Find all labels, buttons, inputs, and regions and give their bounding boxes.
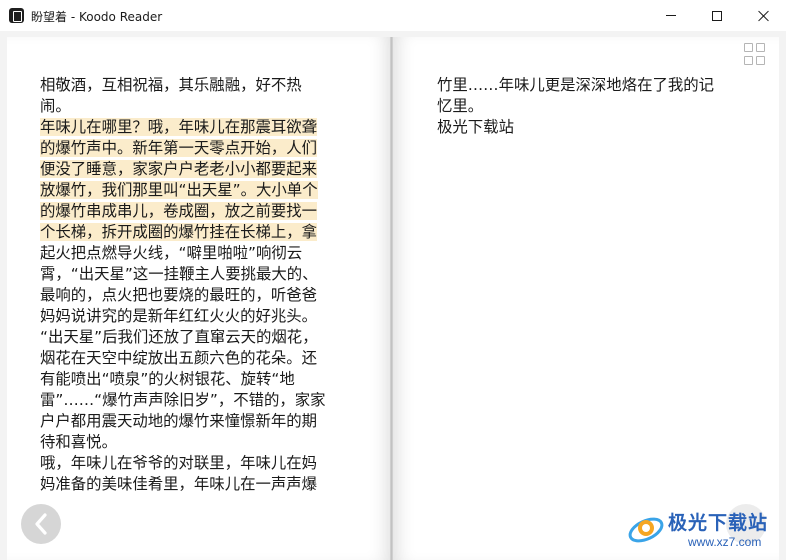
text-run: 妈准备的美味佳肴里，年味儿在一声声爆 — [40, 475, 318, 493]
text-line: 待和喜悦。 — [40, 432, 358, 453]
left-page[interactable]: 相敬酒，互相祝福，其乐融融，好不热 闹。年味儿在哪里？哦，年味儿在那震耳欲聋 的爆竹… — [7, 37, 391, 560]
text-run: 忆里。 — [437, 97, 484, 115]
text-run: 妈妈说讲究的是新年红红火火的好兆头。 — [40, 307, 318, 325]
text-line: 放爆竹，我们那里叫“出天星”。大小单个 — [40, 180, 358, 201]
grid-cell — [744, 43, 753, 52]
maximize-icon — [712, 10, 722, 21]
highlighted-text: 的爆竹声中。新年第一天零点开始，人们 — [40, 139, 318, 157]
text-line: 相敬酒，互相祝福，其乐融融，好不热 — [40, 75, 358, 96]
text-run: 雷”……“爆竹声声除旧岁”，不错的，家家 — [40, 391, 326, 409]
highlighted-text: 个长梯，拆开成圈的爆竹挂在长梯上，拿 — [40, 223, 318, 241]
text-line: 雷”……“爆竹声声除旧岁”，不错的，家家 — [40, 390, 358, 411]
text-line: 闹。 — [40, 96, 358, 117]
text-line: 年味儿在哪里？哦，年味儿在那震耳欲聋 — [40, 117, 358, 138]
text-run: “出天星”后我们还放了直窜云天的烟花， — [40, 328, 318, 346]
grid-view-icon[interactable] — [744, 43, 766, 65]
reader-area: 相敬酒，互相祝福，其乐融融，好不热 闹。年味儿在哪里？哦，年味儿在那震耳欲聋 的爆竹… — [0, 31, 786, 560]
text-run: 户户都用震天动地的爆竹来憧憬新年的期 — [40, 412, 318, 430]
watermark-logo-icon — [628, 517, 664, 543]
text-line: 烟花在天空中绽放出五颜六色的花朵。还 — [40, 348, 358, 369]
text-line: 的爆竹串成串儿，卷成圈，放之前要找一 — [40, 201, 358, 222]
highlighted-text: 便没了睡意，家家户户老老小小都要起来 — [40, 160, 318, 178]
maximize-button[interactable] — [694, 0, 740, 31]
title-bar: 盼望着 - Koodo Reader — [0, 0, 786, 31]
text-line: 有能喷出“喷泉”的火树银花、旋转“地 — [40, 369, 358, 390]
text-run: 哦，年味儿在爷爷的对联里，年味儿在妈 — [40, 454, 318, 472]
watermark-url: www.xz7.com — [688, 535, 762, 549]
text-run: 闹。 — [40, 97, 71, 115]
text-line: 户户都用震天动地的爆竹来憧憬新年的期 — [40, 411, 358, 432]
text-line: 起火把点燃导火线，“噼里啪啦”响彻云 — [40, 243, 358, 264]
text-line: 妈准备的美味佳肴里，年味儿在一声声爆 — [40, 474, 358, 495]
right-page[interactable]: 竹里……年味儿更是深深地烙在了我的记 忆里。极光下载站 — [393, 37, 779, 560]
text-line: 的爆竹声中。新年第一天零点开始，人们 — [40, 138, 358, 159]
text-line: “出天星”后我们还放了直窜云天的烟花， — [40, 327, 358, 348]
text-line: 妈妈说讲究的是新年红红火火的好兆头。 — [40, 306, 358, 327]
minimize-button[interactable] — [648, 0, 694, 31]
chevron-left-icon — [35, 513, 47, 535]
text-run: 烟花在天空中绽放出五颜六色的花朵。还 — [40, 349, 318, 367]
window-title: 盼望着 - Koodo Reader — [31, 10, 163, 24]
text-line: 忆里。 — [437, 96, 767, 117]
minimize-icon — [666, 15, 676, 16]
text-run: 极光下载站 — [437, 118, 514, 136]
text-run: 最响的，点火把也要烧的最旺的，听爸爸 — [40, 286, 318, 304]
close-icon — [757, 10, 769, 22]
highlighted-text: 年味儿在哪里？哦，年味儿在那震耳欲聋 — [40, 118, 318, 136]
text-line: 竹里……年味儿更是深深地烙在了我的记 — [437, 75, 767, 96]
highlighted-text: 放爆竹，我们那里叫“出天星”。大小单个 — [40, 181, 318, 199]
text-run: 霄，“出天星”这一挂鞭主人要挑最大的、 — [40, 265, 318, 283]
grid-cell — [756, 55, 765, 65]
left-page-text[interactable]: 相敬酒，互相祝福，其乐融融，好不热 闹。年味儿在哪里？哦，年味儿在那震耳欲聋 的爆竹… — [40, 75, 358, 495]
text-line: 霄，“出天星”这一挂鞭主人要挑最大的、 — [40, 264, 358, 285]
text-line: 个长梯，拆开成圈的爆竹挂在长梯上，拿 — [40, 222, 358, 243]
watermark-name: 极光下载站 — [668, 512, 769, 534]
close-button[interactable] — [740, 0, 786, 31]
text-run: 竹里……年味儿更是深深地烙在了我的记 — [437, 76, 715, 94]
text-line: 便没了睡意，家家户户老老小小都要起来 — [40, 159, 358, 180]
text-run: 待和喜悦。 — [40, 433, 117, 451]
koodo-app-icon — [9, 8, 24, 23]
grid-cell — [744, 55, 753, 65]
text-run: 相敬酒，互相祝福，其乐融融，好不热 — [40, 76, 302, 94]
text-line: 极光下载站 — [437, 117, 767, 138]
grid-cell — [756, 43, 765, 52]
watermark: 极光下载站 www.xz7.com — [626, 506, 782, 556]
previous-page-button[interactable] — [21, 504, 61, 544]
highlighted-text: 的爆竹串成串儿，卷成圈，放之前要找一 — [40, 202, 318, 220]
text-line: 最响的，点火把也要烧的最旺的，听爸爸 — [40, 285, 358, 306]
text-run: 起火把点燃导火线，“噼里啪啦”响彻云 — [40, 244, 303, 262]
text-run: 有能喷出“喷泉”的火树银花、旋转“地 — [40, 370, 295, 388]
right-page-text[interactable]: 竹里……年味儿更是深深地烙在了我的记 忆里。极光下载站 — [437, 75, 767, 138]
text-line: 哦，年味儿在爷爷的对联里，年味儿在妈 — [40, 453, 358, 474]
